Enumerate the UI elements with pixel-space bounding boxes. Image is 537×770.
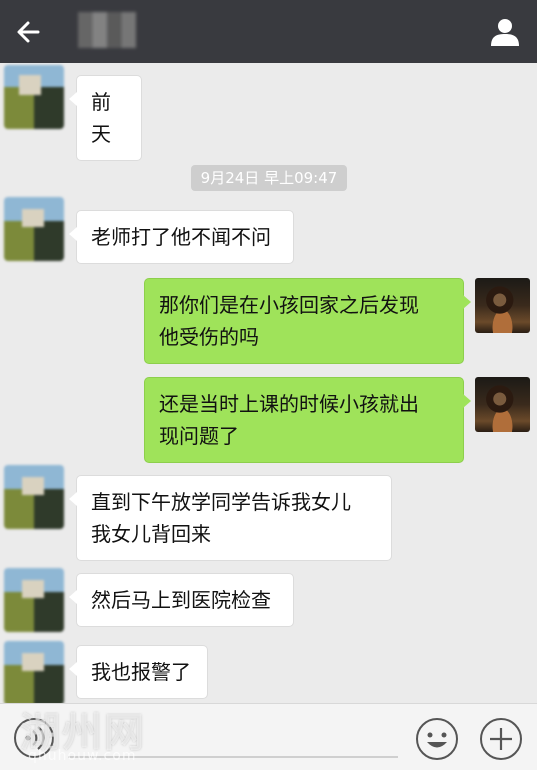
message-text-line: 直到下午放学同学告诉我女儿 bbox=[91, 490, 351, 514]
chat-info-button[interactable] bbox=[485, 12, 525, 52]
message-text-line: 还是当时上课的时候小孩就出 bbox=[159, 392, 419, 416]
sender-avatar[interactable] bbox=[4, 568, 64, 632]
message-bubble-incoming[interactable]: 我也报警了 bbox=[69, 645, 208, 699]
sender-avatar[interactable] bbox=[4, 197, 64, 261]
message-bubble-incoming[interactable]: 然后马上到医院检查 bbox=[69, 573, 294, 627]
message-text-line: 那你们是在小孩回家之后发现 bbox=[159, 293, 419, 317]
message-text: 前天 bbox=[91, 90, 111, 146]
chat-title-blurred bbox=[78, 12, 136, 48]
title-bar bbox=[0, 0, 537, 63]
plus-icon bbox=[480, 718, 522, 760]
more-button[interactable] bbox=[478, 716, 524, 762]
my-avatar[interactable] bbox=[475, 278, 530, 333]
chat-area[interactable]: 前天 9月24日 早上09:47 老师打了他不闻不问 那你们是在小孩回家之后发现… bbox=[0, 63, 537, 703]
message-text-line: 我女儿背回来 bbox=[91, 522, 211, 546]
back-button[interactable] bbox=[10, 12, 50, 52]
my-avatar[interactable] bbox=[475, 377, 530, 432]
message-text: 老师打了他不闻不问 bbox=[91, 225, 271, 249]
sender-avatar[interactable] bbox=[4, 641, 64, 703]
message-text-line: 他受伤的吗 bbox=[159, 325, 259, 349]
message-bubble-incoming[interactable]: 老师打了他不闻不问 bbox=[69, 210, 294, 264]
message-text: 我也报警了 bbox=[91, 660, 191, 684]
watermark-url: qhuhouw.com bbox=[28, 748, 137, 764]
message-bubble-incoming[interactable]: 前天 bbox=[69, 75, 142, 161]
message-text: 然后马上到医院检查 bbox=[91, 588, 271, 612]
person-icon bbox=[491, 19, 519, 46]
sender-avatar[interactable] bbox=[4, 465, 64, 529]
smiley-icon bbox=[416, 718, 458, 760]
message-bubble-outgoing[interactable]: 还是当时上课的时候小孩就出 现问题了 bbox=[144, 377, 471, 463]
message-bubble-incoming[interactable]: 直到下午放学同学告诉我女儿 我女儿背回来 bbox=[69, 475, 392, 561]
emoji-button[interactable] bbox=[414, 716, 460, 762]
timestamp: 9月24日 早上09:47 bbox=[191, 165, 347, 191]
arrow-left-icon bbox=[17, 21, 40, 43]
message-text-line: 现问题了 bbox=[159, 424, 239, 448]
message-bubble-outgoing[interactable]: 那你们是在小孩回家之后发现 他受伤的吗 bbox=[144, 278, 471, 364]
sender-avatar[interactable] bbox=[4, 65, 64, 129]
